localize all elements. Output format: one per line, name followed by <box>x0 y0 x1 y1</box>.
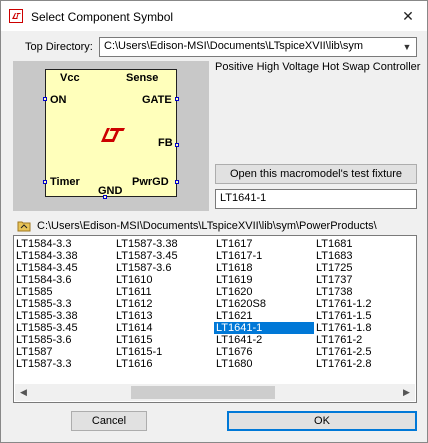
top-directory-label: Top Directory: <box>25 41 93 53</box>
symbol-preview: Vcc Sense ON GATE FB Timer PwrGD GND <box>13 61 209 211</box>
list-item[interactable]: LT1617 <box>214 238 314 250</box>
select-component-dialog: Select Component Symbol ✕ Top Directory:… <box>0 0 428 443</box>
open-test-fixture-button[interactable]: Open this macromodel's test fixture <box>215 164 417 184</box>
list-column: LT1584-3.3 LT1584-3.38 LT1584-3.45 LT1584-3… <box>14 238 114 370</box>
list-item[interactable]: LT1618 <box>214 262 314 274</box>
title-bar: Select Component Symbol ✕ <box>1 1 427 31</box>
folder-up-icon[interactable] <box>17 220 31 232</box>
component-name-field[interactable]: LT1641-1 <box>215 189 417 209</box>
pin-sense-label: Sense <box>126 72 159 84</box>
list-item[interactable]: LT1611 <box>114 286 214 298</box>
list-item[interactable]: LT1617-1 <box>214 250 314 262</box>
pin-fb-marker <box>175 143 179 147</box>
list-item[interactable]: LT1761-1.2 <box>314 298 414 310</box>
horizontal-scrollbar[interactable]: ◀ ▶ <box>15 384 415 401</box>
list-item[interactable]: LT1681 <box>314 238 414 250</box>
list-item[interactable]: LT1587-3.38 <box>114 238 214 250</box>
list-item[interactable]: LT1587-3.6 <box>114 262 214 274</box>
list-item[interactable]: LT1761-2.5 <box>314 346 414 358</box>
list-item[interactable]: LT1613 <box>114 310 214 322</box>
chevron-down-icon[interactable]: ▼ <box>398 38 416 56</box>
ltspice-app-icon <box>9 9 23 23</box>
list-item[interactable]: LT1615-1 <box>114 346 214 358</box>
list-column: LT1617 LT1617-1 LT1618 LT1619 LT1620 LT1620S8… <box>214 238 314 370</box>
list-item[interactable]: LT1737 <box>314 274 414 286</box>
list-item[interactable]: LT1680 <box>214 358 314 370</box>
list-item[interactable]: LT1585-3.38 <box>14 310 114 322</box>
scroll-left-icon[interactable]: ◀ <box>15 384 32 401</box>
list-item[interactable]: LT1761-1.5 <box>314 310 414 322</box>
list-column: LT1587-3.38 LT1587-3.45 LT1587-3.6 LT1610 LT… <box>114 238 214 370</box>
list-item-selected[interactable]: LT1641-1 <box>214 322 314 334</box>
list-item[interactable]: LT1610 <box>114 274 214 286</box>
list-item[interactable]: LT1585-3.6 <box>14 334 114 346</box>
lt-logo-icon <box>98 126 126 147</box>
scroll-right-icon[interactable]: ▶ <box>398 384 415 401</box>
pin-vcc-label: Vcc <box>60 72 80 84</box>
pin-fb-label: FB <box>158 137 173 149</box>
scrollbar-thumb[interactable] <box>131 386 275 399</box>
component-list[interactable]: LT1584-3.3 LT1584-3.38 LT1584-3.45 LT1584-3… <box>13 235 417 403</box>
list-item[interactable]: LT1738 <box>314 286 414 298</box>
list-item[interactable]: LT1585-3.45 <box>14 322 114 334</box>
list-item[interactable]: LT1584-3.38 <box>14 250 114 262</box>
list-column: LT1681 LT1683 LT1725 LT1737 LT1738 LT1761-1.2… <box>314 238 414 370</box>
ok-button[interactable]: OK <box>227 411 417 431</box>
pin-pwrgd-marker <box>175 180 179 184</box>
list-item[interactable]: LT1616 <box>114 358 214 370</box>
close-icon[interactable]: ✕ <box>391 3 425 29</box>
window-title: Select Component Symbol <box>31 10 174 24</box>
list-item[interactable]: LT1725 <box>314 262 414 274</box>
pin-gnd-label: GND <box>98 185 123 197</box>
list-item[interactable]: LT1683 <box>314 250 414 262</box>
list-item[interactable]: LT1619 <box>214 274 314 286</box>
pin-timer-marker <box>43 180 47 184</box>
pin-timer-label: Timer <box>50 176 80 188</box>
pin-on-label: ON <box>50 94 67 106</box>
list-item[interactable]: LT1587 <box>14 346 114 358</box>
pin-on-marker <box>43 97 47 101</box>
current-path: C:\Users\Edison-MSI\Documents\LTspiceXVI… <box>37 220 377 232</box>
list-item[interactable]: LT1620 <box>214 286 314 298</box>
list-item[interactable]: LT1612 <box>114 298 214 310</box>
list-item[interactable]: LT1585-3.3 <box>14 298 114 310</box>
list-item[interactable]: LT1585 <box>14 286 114 298</box>
pin-pwrgd-label: PwrGD <box>132 176 169 188</box>
pin-gate-label: GATE <box>142 94 172 106</box>
list-item[interactable]: LT1761-2 <box>314 334 414 346</box>
pin-gate-marker <box>175 97 179 101</box>
component-symbol: Vcc Sense ON GATE FB Timer PwrGD GND <box>43 69 179 199</box>
top-directory-value: C:\Users\Edison-MSI\Documents\LTspiceXVI… <box>104 40 363 52</box>
list-item[interactable]: LT1587-3.3 <box>14 358 114 370</box>
list-item[interactable]: LT1584-3.45 <box>14 262 114 274</box>
component-description: Positive High Voltage Hot Swap Controlle… <box>215 61 421 73</box>
list-item[interactable]: LT1761-2.8 <box>314 358 414 370</box>
list-item[interactable]: LT1584-3.6 <box>14 274 114 286</box>
list-item[interactable]: LT1676 <box>214 346 314 358</box>
list-item[interactable]: LT1615 <box>114 334 214 346</box>
list-item[interactable]: LT1584-3.3 <box>14 238 114 250</box>
list-item[interactable]: LT1761-1.8 <box>314 322 414 334</box>
list-item[interactable]: LT1620S8 <box>214 298 314 310</box>
cancel-button[interactable]: Cancel <box>71 411 147 431</box>
top-directory-dropdown[interactable]: C:\Users\Edison-MSI\Documents\LTspiceXVI… <box>99 37 417 57</box>
list-item[interactable]: LT1614 <box>114 322 214 334</box>
list-item[interactable]: LT1621 <box>214 310 314 322</box>
list-item[interactable]: LT1587-3.45 <box>114 250 214 262</box>
list-item[interactable]: LT1641-2 <box>214 334 314 346</box>
